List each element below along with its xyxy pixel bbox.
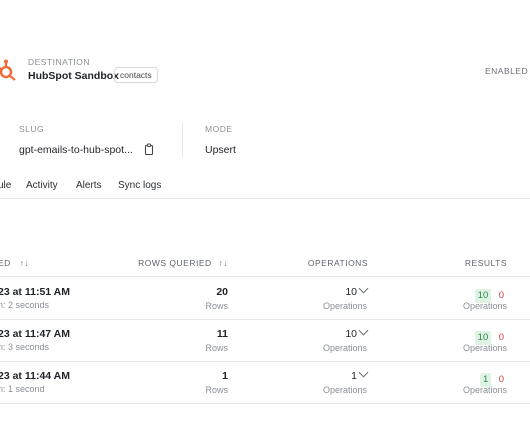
row-duration: n: 2 seconds	[0, 300, 50, 310]
chevron-down-icon	[358, 367, 369, 378]
row-duration: n: 3 seconds	[0, 342, 50, 352]
column-header-started[interactable]: ED ↑↓	[0, 258, 29, 268]
mode-label: MODE	[205, 124, 233, 134]
row-results-unit: Operations	[462, 385, 507, 395]
table-header-divider	[0, 276, 530, 277]
row-operations-unit: Operations	[322, 301, 367, 311]
row-duration: n: 1 second	[0, 384, 45, 394]
tabs-divider	[0, 198, 530, 199]
column-header-started-label: ED	[0, 258, 11, 268]
chevron-down-icon	[358, 325, 369, 336]
row-results-unit: Operations	[462, 301, 507, 311]
sort-icon: ↑↓	[19, 258, 30, 268]
hubspot-logo-icon	[0, 58, 18, 82]
tab-activity[interactable]: Activity	[26, 180, 58, 191]
row-operations[interactable]: 10	[300, 283, 369, 298]
sort-icon: ↑↓	[218, 258, 228, 268]
copy-icon[interactable]	[143, 143, 155, 156]
row-time: 23 at 11:44 AM	[0, 370, 70, 382]
chevron-down-icon	[358, 283, 369, 294]
row-operations-count: 10	[345, 286, 357, 298]
column-header-operations: OPERATIONS	[307, 258, 368, 268]
mode-value: Upsert	[205, 144, 236, 156]
slug-value: gpt-emails-to-hub-spot...	[19, 144, 133, 156]
row-time: 23 at 11:47 AM	[0, 328, 70, 340]
row-divider	[0, 361, 530, 362]
row-rows-unit: Rows	[205, 385, 228, 395]
column-header-rows-label: ROWS QUERIED	[138, 258, 212, 268]
destination-label: DESTINATION	[28, 57, 91, 67]
row-rows-count: 1	[222, 370, 228, 382]
slug-label: SLUG	[19, 124, 45, 134]
row-rows-unit: Rows	[205, 343, 228, 353]
tab-alerts[interactable]: Alerts	[76, 180, 102, 191]
details-divider	[182, 122, 183, 158]
row-results-unit: Operations	[462, 343, 507, 353]
column-header-rows-queried[interactable]: ROWS QUERIED ↑↓	[110, 258, 228, 268]
tab-schedule[interactable]: ule	[0, 180, 11, 191]
row-divider	[0, 403, 530, 404]
column-header-results: RESULTS	[464, 258, 507, 268]
row-rows-count: 20	[216, 286, 228, 298]
row-time: 23 at 11:51 AM	[0, 286, 70, 298]
row-rows-unit: Rows	[205, 301, 228, 311]
object-tag: contacts	[114, 67, 158, 83]
row-operations[interactable]: 10	[300, 325, 369, 340]
row-operations-count: 1	[351, 370, 357, 382]
row-operations-count: 10	[345, 328, 357, 340]
row-divider	[0, 319, 530, 320]
row-operations-unit: Operations	[322, 385, 367, 395]
tab-sync-logs[interactable]: Sync logs	[118, 180, 161, 191]
status-badge: ENABLED	[485, 66, 529, 76]
row-operations-unit: Operations	[322, 343, 367, 353]
row-rows-count: 11	[216, 328, 228, 340]
row-operations[interactable]: 1	[300, 367, 369, 382]
destination-name: HubSpot Sandbox	[28, 70, 119, 82]
